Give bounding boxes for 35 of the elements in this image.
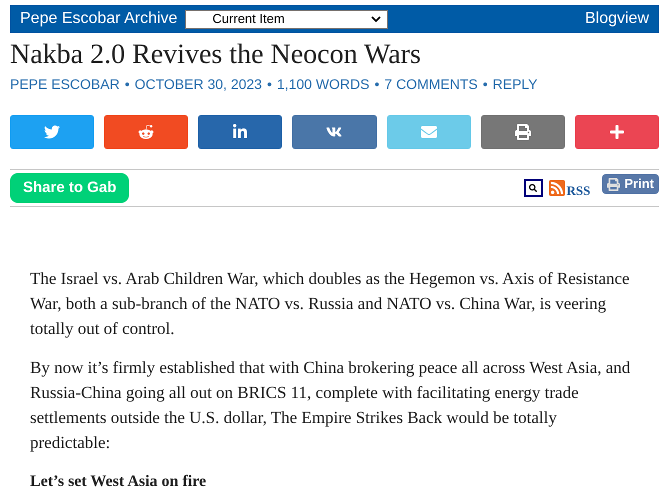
rss-icon: [548, 180, 565, 196]
separator-dot: •: [374, 75, 380, 94]
print-share-button[interactable]: [480, 115, 565, 149]
search-icon: [529, 184, 538, 192]
reddit-icon: [138, 124, 154, 140]
print-button[interactable]: Print: [602, 174, 659, 194]
article-title: Nakba 2.0 Revives the Neocon Wars: [10, 38, 422, 72]
item-select[interactable]: Current Item: [185, 10, 388, 28]
printer-icon: [514, 124, 531, 140]
linkedin-icon: [232, 124, 248, 140]
separator-dot: •: [124, 75, 130, 94]
envelope-icon: [420, 124, 437, 140]
meta-link[interactable]: 1,100 WORDS: [276, 74, 370, 95]
site-title[interactable]: Pepe Escobar Archive: [20, 7, 178, 31]
search-button[interactable]: [524, 179, 543, 197]
twitter-icon: [44, 124, 60, 140]
separator-dot: •: [266, 75, 272, 94]
body-paragraph: The Israel vs. Arab Children War, which doubles as the Hegemon vs. Axis of Resistance War, both a sub-branch of the NATO vs. Russia and NATO vs. China War, is veering totally out of control.: [30, 268, 631, 340]
meta-link[interactable]: OCTOBER 30, 2023: [134, 74, 262, 95]
meta-link[interactable]: PEPE ESCOBAR: [10, 74, 120, 95]
rss-link[interactable]: RSS: [566, 181, 590, 201]
printer-icon: [607, 178, 620, 190]
body-paragraph: By now it’s firmly established that with China brokering peace all across West Asia, and Russia-China going all out on BRICS 11, complete with facilitating energy trade settlements outside the U.S. dollar, The Empire Strikes Back would be totally predictable:: [30, 357, 632, 454]
chevron-icon: [371, 16, 382, 22]
twitter-share-button[interactable]: [10, 115, 94, 149]
reddit-share-button[interactable]: [104, 115, 188, 149]
linkedin-share-button[interactable]: [198, 115, 282, 149]
blogview-link[interactable]: Blogview: [584, 7, 649, 31]
section-heading: Let’s set West Asia on fire: [30, 472, 208, 492]
meta-link[interactable]: REPLY: [492, 74, 538, 95]
separator-dot: •: [482, 75, 488, 94]
vk-share-button[interactable]: [292, 115, 377, 149]
more-share-button[interactable]: [574, 115, 659, 149]
meta-link[interactable]: 7 COMMENTS: [384, 74, 478, 95]
plus-icon: [608, 124, 625, 140]
